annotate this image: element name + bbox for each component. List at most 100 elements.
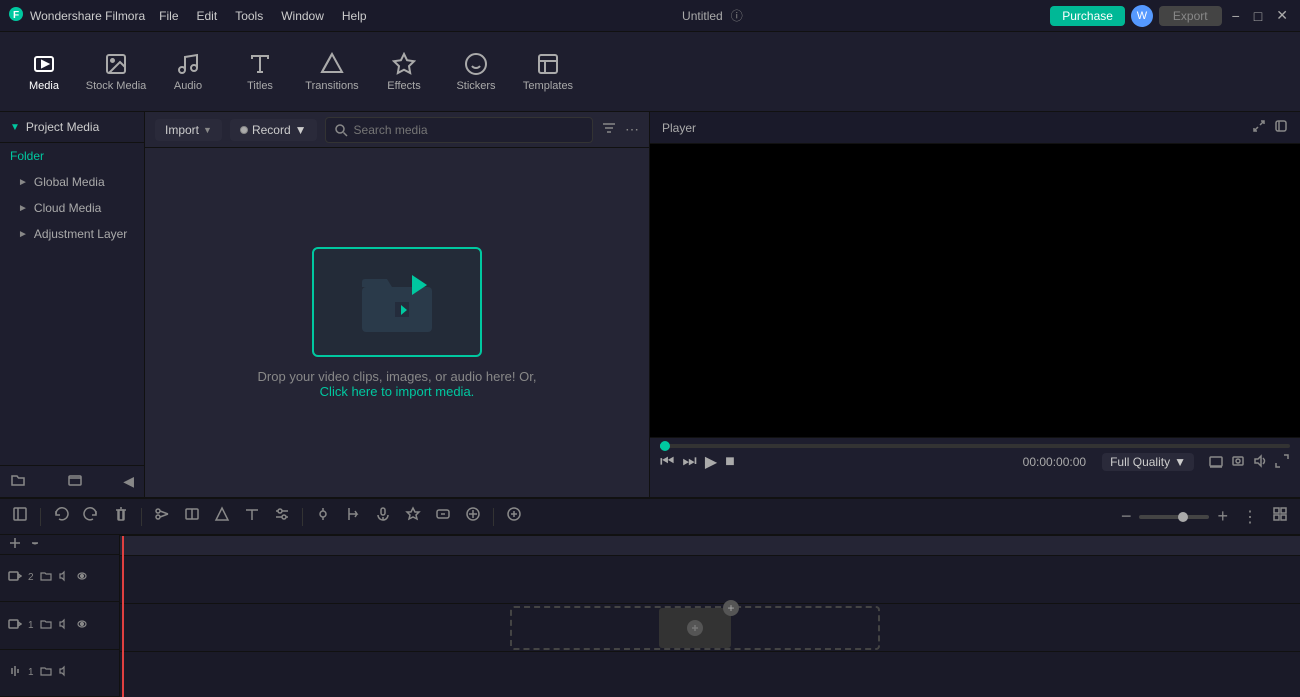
player-settings-icon[interactable] — [1274, 119, 1288, 136]
drop-zone-icon — [312, 247, 482, 357]
sidebar-item-cloud-media[interactable]: ► Cloud Media — [0, 195, 144, 221]
record-button[interactable]: Record ▼ — [230, 119, 317, 141]
player-play-button[interactable]: ▶ — [705, 452, 717, 472]
filter-button[interactable] — [601, 120, 617, 139]
track-hide-button[interactable] — [76, 618, 88, 633]
timeline-track-row-video-1[interactable]: + — [120, 604, 1300, 652]
import-link[interactable]: Click here to import media. — [320, 384, 475, 399]
add-media-button[interactable]: + — [723, 600, 739, 616]
player-volume-icon[interactable] — [1252, 453, 1268, 472]
track-mute-button[interactable] — [58, 570, 70, 585]
maximize-button[interactable]: □ — [1250, 8, 1266, 24]
timeline-smart-button[interactable] — [401, 504, 425, 529]
player-titlebar: Player — [650, 112, 1300, 144]
timeline-mark-button[interactable] — [341, 504, 365, 529]
link-tracks-button[interactable] — [28, 536, 42, 553]
menu-help[interactable]: Help — [334, 7, 375, 25]
effects-icon — [392, 52, 416, 76]
track-hide-button[interactable] — [76, 570, 88, 585]
timeline-text-button[interactable] — [240, 504, 264, 529]
player-fullscreen-icon[interactable] — [1252, 119, 1266, 136]
import-button[interactable]: Import ▼ — [155, 119, 222, 141]
timeline-grid-button[interactable] — [1268, 504, 1292, 529]
templates-icon — [536, 52, 560, 76]
toolbar-templates[interactable]: Templates — [514, 38, 582, 106]
player-expand-icon[interactable] — [1274, 453, 1290, 472]
media-drop-zone: Drop your video clips, images, or audio … — [145, 148, 649, 497]
player-stop-button[interactable]: ■ — [725, 453, 735, 471]
audio-icon — [176, 52, 200, 76]
toolbar-audio[interactable]: Audio — [154, 38, 222, 106]
new-folder-icon[interactable] — [10, 472, 26, 491]
info-icon[interactable]: ⓘ — [731, 7, 743, 24]
player-skip-back-button[interactable]: ⏮ — [660, 453, 674, 471]
timeline-track-row-video-2[interactable] — [120, 556, 1300, 604]
timeline-voiceover-button[interactable] — [371, 504, 395, 529]
timeline-scenes-button[interactable] — [8, 504, 32, 529]
menu-window[interactable]: Window — [273, 7, 332, 25]
toolbar-effects[interactable]: Effects — [370, 38, 438, 106]
timeline-crop-button[interactable] — [210, 504, 234, 529]
timeline-cut-button[interactable] — [150, 504, 174, 529]
search-input[interactable] — [354, 123, 584, 137]
track-mute-button[interactable] — [58, 618, 70, 633]
folder-icon[interactable] — [67, 472, 83, 491]
zoom-slider[interactable] — [1139, 515, 1209, 519]
collapse-panel-icon[interactable]: ◀ — [123, 473, 134, 490]
zoom-in-button[interactable]: + — [1213, 504, 1232, 529]
timeline-more-button[interactable]: ⋮ — [1238, 505, 1262, 529]
quality-button[interactable]: Full Quality ▼ — [1102, 453, 1194, 471]
close-button[interactable]: ✕ — [1272, 7, 1292, 24]
toolbar-transitions[interactable]: Transitions — [298, 38, 366, 106]
player-progress-thumb[interactable] — [660, 441, 670, 451]
timeline-effects-button[interactable] — [461, 504, 485, 529]
track-folder-button[interactable] — [40, 665, 52, 680]
zoom-thumb — [1178, 512, 1188, 522]
more-options-button[interactable]: ⋯ — [625, 121, 639, 138]
player-screenshot-icon[interactable] — [1230, 453, 1246, 472]
panel-header: ▼ Project Media — [0, 112, 144, 143]
timeline-redo-button[interactable] — [79, 504, 103, 529]
menu-tools[interactable]: Tools — [227, 7, 271, 25]
record-dot-icon — [240, 126, 248, 134]
sidebar-item-folder[interactable]: Folder — [0, 143, 144, 169]
player-time: 00:00:00:00 — [1023, 455, 1086, 469]
export-button[interactable]: Export — [1159, 6, 1222, 26]
timeline-split-button[interactable] — [180, 504, 204, 529]
add-main-track-button[interactable] — [8, 536, 22, 553]
timeline-undo-button[interactable] — [49, 504, 73, 529]
minimize-button[interactable]: − — [1228, 8, 1244, 24]
player-progress-bar[interactable] — [660, 444, 1290, 448]
zoom-out-button[interactable]: − — [1117, 504, 1136, 529]
toolbar-separator-2 — [141, 508, 142, 526]
expand-icon: ► — [18, 177, 28, 188]
toolbar-media[interactable]: Media — [10, 38, 78, 106]
media-area: Import ▼ Record ▼ ⋯ — [145, 112, 650, 497]
sidebar-item-global-media[interactable]: ► Global Media — [0, 169, 144, 195]
timeline-add-button[interactable] — [502, 504, 526, 529]
menu-edit[interactable]: Edit — [189, 7, 226, 25]
timeline-track-row-audio-1[interactable] — [120, 652, 1300, 697]
toolbar-titles[interactable]: Titles — [226, 38, 294, 106]
timeline-adjust-button[interactable] — [270, 504, 294, 529]
left-panel: ▼ Project Media Folder ► Global Media ► … — [0, 112, 145, 497]
player-skip-forward-button[interactable]: ⏭ — [682, 453, 696, 471]
search-box — [325, 117, 593, 143]
timeline-track-row-add — [120, 536, 1300, 556]
avatar[interactable]: W — [1131, 5, 1153, 27]
player-cast-icon[interactable] — [1208, 453, 1224, 472]
timeline: − + ⋮ — [0, 497, 1300, 697]
panel-expand-icon[interactable]: ▼ — [10, 122, 20, 133]
purchase-button[interactable]: Purchase — [1050, 6, 1125, 26]
toolbar-stickers[interactable]: Stickers — [442, 38, 510, 106]
track-audio-mute-button[interactable] — [58, 665, 70, 680]
track-folder-button[interactable] — [40, 570, 52, 585]
toolbar-stock-media[interactable]: Stock Media — [82, 38, 150, 106]
timeline-delete-button[interactable] — [109, 504, 133, 529]
track-folder-button[interactable] — [40, 618, 52, 633]
svg-text:F: F — [13, 10, 19, 21]
timeline-snap-button[interactable] — [311, 504, 335, 529]
sidebar-item-adjustment-layer[interactable]: ► Adjustment Layer — [0, 221, 144, 247]
menu-file[interactable]: File — [151, 7, 186, 25]
timeline-ai-button[interactable] — [431, 504, 455, 529]
